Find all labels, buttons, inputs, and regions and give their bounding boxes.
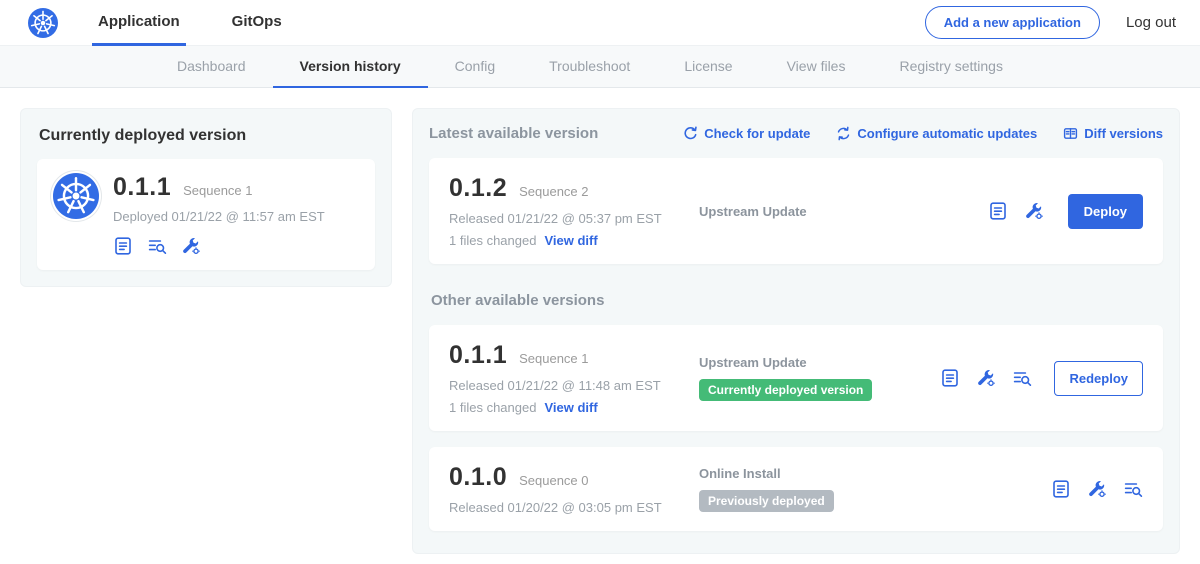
diff-versions-label: Diff versions	[1084, 126, 1163, 141]
release-notes-icon[interactable]	[1051, 479, 1071, 499]
deployed-version-card: 0.1.1 Sequence 1 Deployed 01/21/22 @ 11:…	[37, 159, 375, 270]
version-source: Upstream Update Currently deployed versi…	[699, 355, 940, 401]
currently-deployed-title: Currently deployed version	[39, 127, 375, 145]
version-card-info: 0.1.0 Sequence 0 Released 01/20/22 @ 03:…	[449, 463, 699, 515]
check-for-update-link[interactable]: Check for update	[683, 126, 810, 141]
released-timestamp: Released 01/20/22 @ 03:05 pm EST	[449, 500, 699, 515]
subnav-tab-registry-settings[interactable]: Registry settings	[872, 46, 1029, 88]
view-files-icon[interactable]	[147, 236, 167, 256]
latest-available-title: Latest available version	[429, 125, 598, 142]
edit-config-icon[interactable]	[1087, 479, 1107, 499]
released-timestamp: Released 01/21/22 @ 05:37 pm EST	[449, 211, 699, 226]
deployed-version-info: 0.1.1 Sequence 1 Deployed 01/21/22 @ 11:…	[113, 173, 325, 256]
sequence-label: Sequence 1	[519, 351, 588, 366]
subnav-tab-version-history[interactable]: Version history	[273, 46, 428, 88]
release-notes-icon[interactable]	[988, 201, 1008, 221]
release-notes-icon[interactable]	[113, 236, 133, 256]
version-card-actions: Deploy	[988, 194, 1143, 229]
version-source: Online Install Previously deployed	[699, 466, 1051, 512]
view-diff-link[interactable]: View diff	[544, 233, 597, 248]
deployed-card-actions	[113, 236, 325, 256]
other-versions-title: Other available versions	[431, 292, 1163, 309]
app-subnav: Dashboard Version history Config Trouble…	[0, 46, 1200, 88]
view-files-icon[interactable]	[1123, 479, 1143, 499]
version-card-actions: Redeploy	[940, 361, 1143, 396]
edit-config-icon[interactable]	[976, 368, 996, 388]
auto-update-icon	[836, 126, 851, 141]
version-number: 0.1.0	[449, 463, 507, 492]
view-files-icon[interactable]	[1012, 368, 1032, 388]
k8s-logo-icon	[28, 8, 58, 38]
subnav-tab-config[interactable]: Config	[428, 46, 522, 88]
diff-columns-icon	[1063, 126, 1078, 141]
deployed-version-number: 0.1.1	[113, 173, 171, 202]
configure-automatic-updates-label: Configure automatic updates	[857, 126, 1037, 141]
subnav-tab-troubleshoot[interactable]: Troubleshoot	[522, 46, 657, 88]
k8s-logo-icon	[53, 173, 99, 219]
files-changed-label: 1 files changed	[449, 233, 536, 248]
add-application-button[interactable]: Add a new application	[925, 6, 1100, 39]
version-source: Upstream Update	[699, 204, 988, 219]
check-for-update-label: Check for update	[704, 126, 810, 141]
tab-gitops-label: GitOps	[232, 13, 282, 30]
sequence-label: Sequence 2	[519, 184, 588, 199]
released-timestamp: Released 01/21/22 @ 11:48 am EST	[449, 378, 699, 393]
subnav-tab-dashboard[interactable]: Dashboard	[150, 46, 273, 88]
redeploy-button[interactable]: Redeploy	[1054, 361, 1143, 396]
header-tabs: Application GitOps	[92, 0, 328, 46]
version-card-0-1-1: 0.1.1 Sequence 1 Released 01/21/22 @ 11:…	[429, 325, 1163, 431]
edit-config-icon[interactable]	[1024, 201, 1044, 221]
version-card-latest: 0.1.2 Sequence 2 Released 01/21/22 @ 05:…	[429, 158, 1163, 264]
subnav-tab-view-files[interactable]: View files	[760, 46, 873, 88]
subnav-tab-license[interactable]: License	[657, 46, 759, 88]
currently-deployed-badge: Currently deployed version	[699, 379, 872, 401]
tab-application-label: Application	[98, 13, 180, 30]
currently-deployed-panel: Currently deployed version 0.1.1 Sequenc…	[20, 108, 392, 287]
deployed-timestamp: Deployed 01/21/22 @ 11:57 am EST	[113, 209, 325, 224]
tab-gitops[interactable]: GitOps	[226, 0, 288, 46]
configure-automatic-updates-link[interactable]: Configure automatic updates	[836, 126, 1037, 141]
version-number: 0.1.2	[449, 174, 507, 203]
sequence-label: Sequence 0	[519, 473, 588, 488]
latest-actions: Check for update Configure automatic upd…	[683, 126, 1163, 141]
version-card-actions	[1051, 479, 1143, 499]
top-header: Application GitOps Add a new application…	[0, 0, 1200, 46]
release-notes-icon[interactable]	[940, 368, 960, 388]
deploy-button[interactable]: Deploy	[1068, 194, 1143, 229]
source-label: Upstream Update	[699, 355, 930, 370]
version-card-0-1-0: 0.1.0 Sequence 0 Released 01/20/22 @ 03:…	[429, 447, 1163, 531]
version-number: 0.1.1	[449, 341, 507, 370]
tab-application[interactable]: Application	[92, 0, 186, 46]
main-content: Currently deployed version 0.1.1 Sequenc…	[0, 88, 1200, 564]
diff-versions-link[interactable]: Diff versions	[1063, 126, 1163, 141]
source-label: Upstream Update	[699, 204, 978, 219]
latest-header-row: Latest available version Check for updat…	[429, 125, 1163, 142]
source-label: Online Install	[699, 466, 1041, 481]
logout-button[interactable]: Log out	[1126, 14, 1176, 31]
version-card-info: 0.1.2 Sequence 2 Released 01/21/22 @ 05:…	[449, 174, 699, 248]
version-card-info: 0.1.1 Sequence 1 Released 01/21/22 @ 11:…	[449, 341, 699, 415]
refresh-icon	[683, 126, 698, 141]
version-history-panel: Latest available version Check for updat…	[412, 108, 1180, 554]
deployed-sequence-label: Sequence 1	[183, 183, 252, 198]
edit-config-icon[interactable]	[181, 236, 201, 256]
files-changed-label: 1 files changed	[449, 400, 536, 415]
view-diff-link[interactable]: View diff	[544, 400, 597, 415]
previously-deployed-badge: Previously deployed	[699, 490, 834, 512]
